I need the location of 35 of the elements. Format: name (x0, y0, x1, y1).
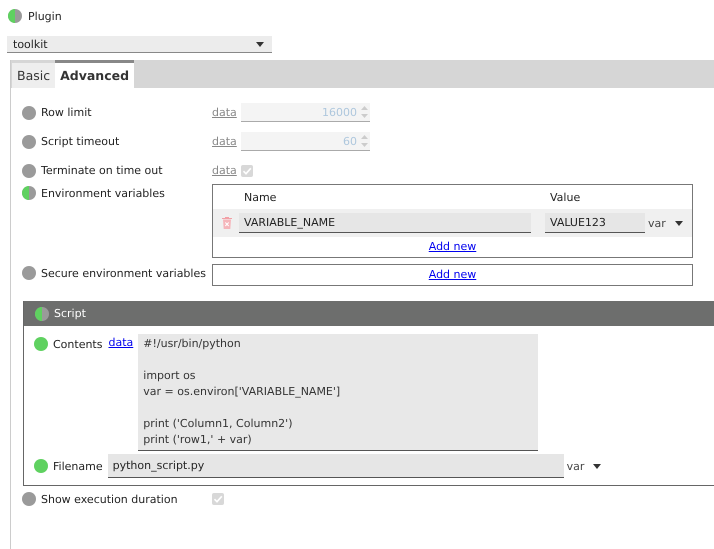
spinner-icon (361, 106, 368, 118)
field-label: Secure environment variables (41, 266, 206, 280)
tab[interactable]: Basic (12, 63, 56, 88)
add-new-link[interactable]: Add new (428, 265, 476, 285)
trash-icon[interactable] (222, 217, 232, 229)
field-label: Terminate on time out (41, 164, 163, 177)
status-dot-icon (34, 459, 48, 473)
type-dropdown[interactable]: var (566, 460, 602, 472)
tab[interactable]: Advanced (55, 60, 134, 88)
status-dot-icon (8, 9, 22, 23)
status-dot-icon (34, 337, 48, 351)
field-label: Row limit (41, 106, 92, 119)
status-dot-icon (22, 186, 36, 200)
field-label: Filename (53, 460, 103, 472)
caret-icon (256, 42, 264, 46)
field-label: Show execution duration (41, 492, 178, 506)
code-editor[interactable]: #!/usr/bin/python import os var = os.environ['VARIABLE_NAME'] print ('Column1, Column2') print ('row1,' + var) (138, 334, 538, 451)
section-title: Script (54, 307, 86, 320)
plugin-dropdown[interactable]: toolkit (7, 36, 272, 53)
caret-icon (593, 464, 602, 468)
column-header: Value (550, 190, 580, 204)
type-dropdown[interactable]: var (648, 216, 683, 230)
spinner-icon (361, 135, 368, 147)
field-label: Environment variables (41, 186, 165, 200)
caret-icon (674, 220, 683, 226)
column-header: Name (244, 190, 278, 204)
filename-input[interactable]: python_script.py (108, 454, 564, 478)
field-label: Contents (53, 338, 102, 350)
add-new-link[interactable]: Add new (428, 237, 476, 257)
status-dot-icon (35, 306, 49, 320)
value-input[interactable]: VALUE123 (545, 213, 645, 233)
field-label: Script timeout (41, 135, 120, 148)
plugin-label: Plugin (28, 10, 62, 22)
name-input[interactable]: VARIABLE_NAME (239, 213, 531, 233)
data-link[interactable]: data (108, 336, 134, 349)
